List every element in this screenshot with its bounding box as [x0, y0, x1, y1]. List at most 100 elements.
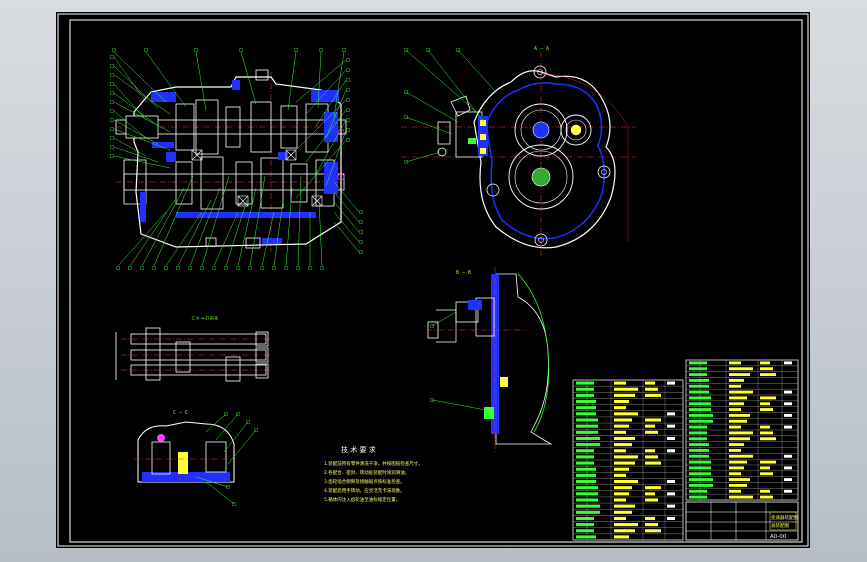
bom-cell	[784, 454, 792, 458]
leader-line	[240, 51, 257, 105]
bom-cell	[576, 529, 594, 533]
bom-cell	[576, 480, 596, 484]
bom-cell	[645, 523, 658, 527]
bom-cell	[784, 489, 792, 493]
bom-cell	[729, 437, 750, 441]
bom-cell	[689, 466, 711, 470]
technical-requirements: 技 术 要 求 1.装配前所有零件清洗干净，并按图纸检查尺寸。 2.各配合、密封…	[324, 445, 423, 503]
bom-cell	[614, 430, 626, 434]
bom-cell	[689, 437, 707, 441]
bom-cell	[614, 486, 632, 490]
bom-cell	[729, 367, 753, 371]
bom-cell	[667, 516, 675, 520]
bom-cell	[689, 489, 707, 493]
bom-cell	[645, 492, 655, 496]
bom-cell	[689, 390, 709, 394]
balloon-marker	[346, 78, 350, 82]
bom-cell	[614, 455, 638, 459]
bom-cell	[576, 523, 594, 527]
balloon-marker	[200, 266, 204, 270]
leader-line	[431, 399, 487, 411]
bom-cell	[729, 390, 753, 394]
bom-cell	[689, 361, 707, 365]
bom-cell	[576, 535, 596, 539]
cad-drawing-viewport[interactable]: A — A ﾧﾺﾶﾪﾫﾮ C — C B — B 技 术 要 求 1.装配前所有…	[56, 12, 810, 548]
bom-cell	[689, 478, 713, 482]
balloon-marker	[296, 266, 300, 270]
section-label-c-c: C — C	[173, 410, 188, 416]
bom-cell	[760, 396, 776, 400]
balloon-marker	[346, 138, 350, 142]
bom-cell	[689, 431, 707, 435]
bom-cell	[729, 384, 741, 388]
bom-cell	[576, 486, 598, 490]
bom-cell	[729, 361, 741, 365]
leader-line	[333, 181, 360, 213]
bom-cell	[576, 498, 598, 502]
bom-cell	[784, 478, 792, 482]
bom-cell	[729, 373, 750, 377]
leader-line	[205, 481, 235, 505]
leader-line	[333, 211, 360, 243]
leader-line	[113, 65, 159, 109]
bom-cell	[667, 436, 675, 440]
leader-line	[113, 51, 167, 103]
bom-cell	[645, 486, 661, 490]
bom-cell	[576, 467, 596, 471]
bom-cell	[614, 418, 632, 422]
balloon-marker	[359, 220, 363, 224]
leader-line	[333, 201, 360, 233]
leader-line	[113, 56, 147, 103]
bom-cell	[576, 443, 600, 447]
bom-cell	[689, 419, 713, 423]
leader-line	[189, 187, 221, 267]
balloon-marker	[110, 55, 114, 59]
bom-cell	[614, 461, 635, 465]
bom-cell	[729, 472, 741, 476]
balloon-marker	[359, 210, 363, 214]
leader-line	[287, 51, 297, 111]
bom-cell	[645, 430, 658, 434]
tech-note-1: 1.装配前所有零件清洗干净，并按图纸检查尺寸。	[324, 460, 423, 467]
bom-cell	[614, 449, 626, 453]
bom-cell	[689, 384, 709, 388]
bom-cell	[614, 381, 626, 385]
balloon-marker	[110, 118, 114, 122]
bom-cell	[614, 436, 635, 440]
bom-cell	[576, 400, 596, 404]
balloon-marker	[346, 128, 350, 132]
bom-cell	[576, 393, 594, 397]
balloon-marker	[116, 266, 120, 270]
bom-cell	[729, 425, 741, 429]
balloon-marker	[359, 230, 363, 234]
bom-cell	[729, 408, 741, 412]
balloon-marker	[110, 82, 114, 86]
bom-cell	[729, 483, 747, 487]
balloon-marker	[110, 127, 114, 131]
bom-cell	[729, 460, 747, 464]
bom-cell	[729, 466, 744, 470]
bom-cell	[614, 480, 638, 484]
leader-line	[405, 91, 459, 123]
leader-line	[405, 116, 453, 135]
balloon-marker	[110, 154, 114, 158]
bom-cell	[729, 402, 744, 406]
bom-cell	[729, 396, 747, 400]
bom-cell	[784, 402, 792, 406]
bom-cell	[784, 425, 792, 429]
balloon-marker	[152, 266, 156, 270]
bom-cell	[667, 381, 675, 385]
shift-rod-view: ﾧﾺﾶﾪﾫﾮ	[115, 316, 271, 382]
bom-cell	[784, 390, 792, 394]
balloon-marker	[188, 266, 192, 270]
tech-note-3: 3.齿轮啮合侧隙及接触斑点按标准检查。	[324, 478, 405, 485]
balloon-marker	[212, 266, 216, 270]
tech-note-4: 4.装配后用手转动，应灵活无卡滞现象。	[324, 487, 405, 494]
balloon-marker	[110, 109, 114, 113]
bom-cell	[667, 449, 675, 453]
balloon-marker	[308, 266, 312, 270]
balloon-marker	[294, 48, 298, 52]
title-block: 变速器装配图 总装配图 A0-00	[685, 501, 798, 541]
leader-line	[227, 429, 257, 465]
leader-line	[215, 413, 239, 441]
